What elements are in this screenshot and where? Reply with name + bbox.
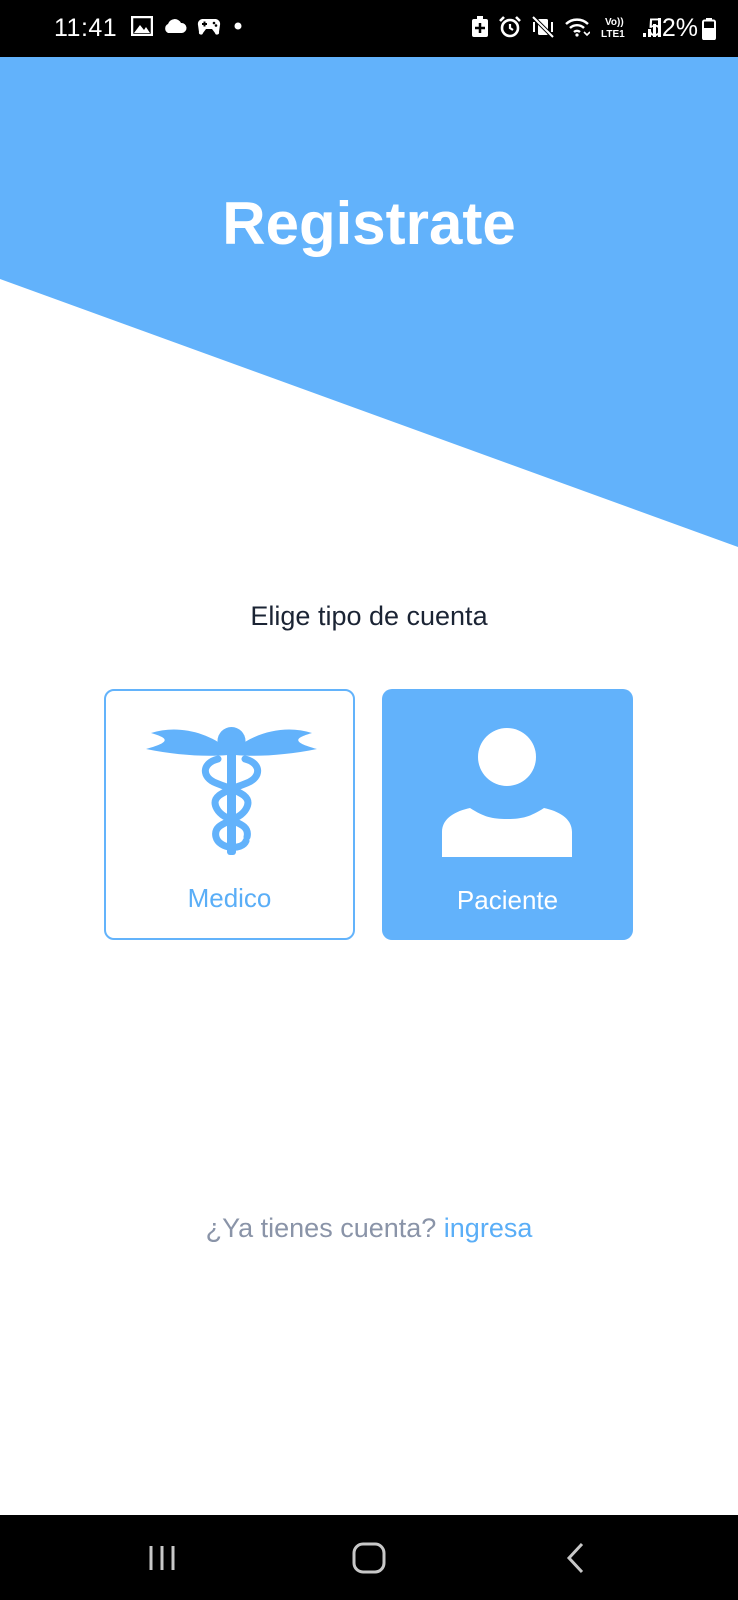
medico-label: Medico: [187, 883, 272, 913]
battery-saver-icon: [471, 16, 489, 38]
alarm-icon: [498, 16, 522, 38]
login-link[interactable]: ingresa: [444, 1213, 533, 1243]
status-bar: 11:41 Vo)) LTE1 52%: [0, 0, 738, 57]
medico-account-card[interactable]: Medico: [104, 689, 355, 940]
back-button[interactable]: [516, 1515, 636, 1600]
page-title: Registrate: [222, 190, 516, 257]
header-banner: Registrate: [0, 57, 738, 557]
cloud-icon: [163, 18, 187, 34]
recents-button[interactable]: [102, 1515, 222, 1600]
svg-text:LTE1: LTE1: [601, 29, 625, 39]
caduceus-icon: [146, 727, 317, 855]
user-icon: [442, 728, 572, 857]
status-time: 11:41: [54, 14, 118, 42]
login-prompt-line: ¿Ya tienes cuenta? ingresa: [0, 1213, 738, 1244]
image-icon: [131, 16, 153, 36]
recents-icon: [149, 1545, 175, 1570]
header-diagonal-shape: [0, 57, 738, 547]
battery-icon: [702, 17, 716, 40]
system-nav-bar: [0, 1515, 738, 1600]
svg-text:Vo)): Vo)): [605, 17, 624, 28]
volte-lte-icon: Vo)) LTE1: [599, 15, 633, 39]
back-icon: [566, 1542, 584, 1573]
account-type-prompt: Elige tipo de cuenta: [250, 601, 488, 631]
paciente-label: Paciente: [456, 885, 559, 915]
battery-percent: 52%: [647, 14, 698, 42]
vibrate-icon: [531, 16, 555, 38]
home-icon: [352, 1542, 386, 1573]
paciente-account-card[interactable]: Paciente: [382, 689, 633, 940]
game-controller-icon: [197, 17, 221, 35]
home-button[interactable]: [309, 1515, 429, 1600]
dot-icon: [231, 19, 245, 33]
wifi-icon: [564, 16, 590, 38]
login-prompt-text: ¿Ya tienes cuenta?: [205, 1213, 437, 1243]
